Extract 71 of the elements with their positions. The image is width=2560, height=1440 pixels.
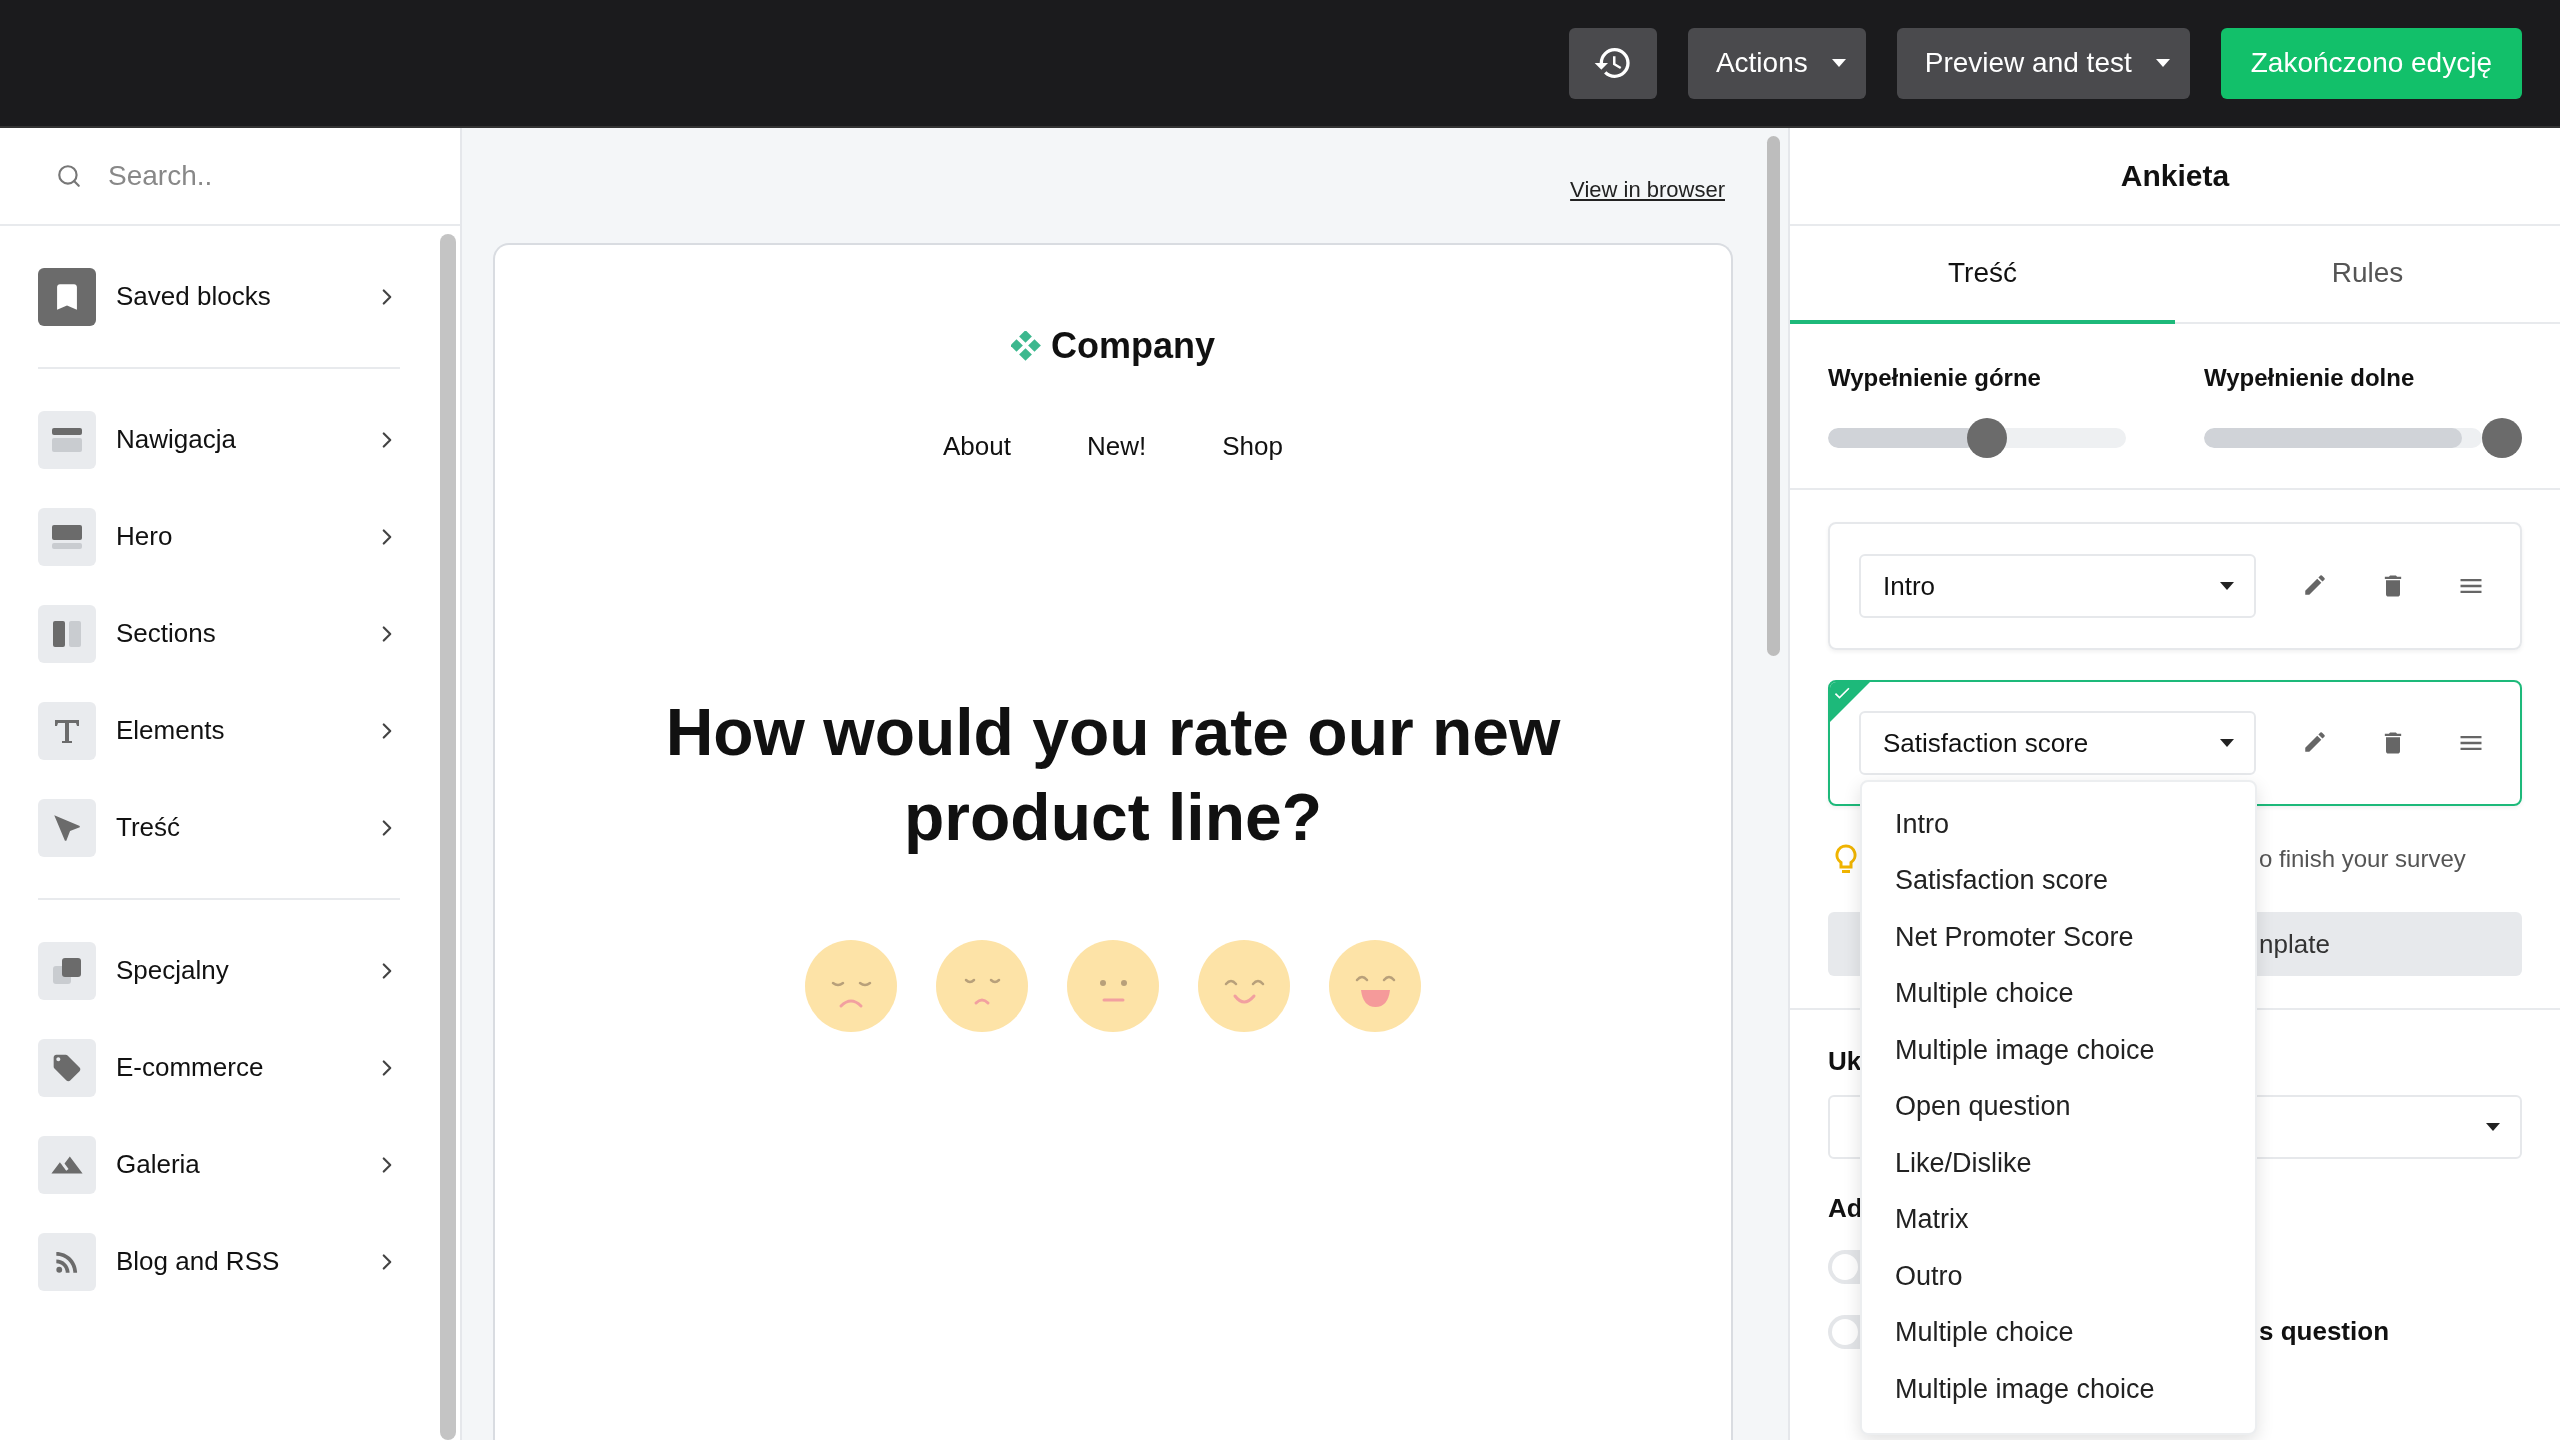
dropdown-option[interactable]: Multiple image choice bbox=[1862, 1361, 2255, 1418]
block-category-item[interactable]: Sections bbox=[38, 585, 400, 682]
nav-link[interactable]: About bbox=[943, 431, 1011, 462]
search-icon bbox=[56, 163, 82, 189]
dropdown-option[interactable]: Multiple choice bbox=[1862, 965, 2255, 1022]
category-label: Sections bbox=[116, 618, 217, 649]
slider-track[interactable] bbox=[2204, 428, 2482, 448]
logo-icon bbox=[1011, 331, 1041, 361]
block-category-item[interactable]: Elements bbox=[38, 682, 400, 779]
scrollbar[interactable] bbox=[440, 234, 456, 1440]
unhappy-face-icon[interactable] bbox=[936, 940, 1028, 1032]
category-label: Saved blocks bbox=[116, 281, 272, 312]
caret-icon bbox=[2220, 739, 2234, 747]
block-category-item[interactable]: Nawigacja bbox=[38, 391, 400, 488]
history-button[interactable] bbox=[1568, 27, 1657, 99]
block-category-item[interactable]: Hero bbox=[38, 488, 400, 585]
nav-link[interactable]: New! bbox=[1087, 431, 1147, 462]
block-category-item[interactable]: Treść bbox=[38, 779, 400, 876]
tab[interactable]: Rules bbox=[2175, 226, 2560, 324]
category-label: Nawigacja bbox=[116, 424, 237, 455]
category-label: Galeria bbox=[116, 1149, 201, 1180]
question-type-select[interactable]: Intro bbox=[1859, 554, 2256, 618]
view-in-browser-link[interactable]: View in browser bbox=[1570, 176, 1725, 203]
slider-thumb[interactable] bbox=[1967, 418, 2007, 458]
question-block-card[interactable]: Intro bbox=[1828, 522, 2522, 650]
slider-label: Wypełnienie dolne bbox=[2204, 364, 2416, 392]
pencil-icon bbox=[2302, 572, 2328, 598]
dropdown-option[interactable]: Outro bbox=[1862, 1248, 2255, 1305]
category-label: Elements bbox=[116, 715, 226, 746]
dropdown-option[interactable]: Open question bbox=[1862, 1078, 2255, 1135]
slider-label: Wypełnienie górne bbox=[1828, 364, 2042, 392]
block-category-item[interactable]: Blog and RSS bbox=[38, 1213, 400, 1310]
category-label: Hero bbox=[116, 521, 174, 552]
category-label: Blog and RSS bbox=[116, 1246, 281, 1277]
tip-text: o finish your survey bbox=[2259, 845, 2467, 873]
dropdown-option[interactable]: Satisfaction score bbox=[1862, 852, 2255, 909]
sad-face-icon[interactable] bbox=[805, 940, 897, 1032]
slider-thumb[interactable] bbox=[2482, 418, 2522, 458]
search-field[interactable]: Search.. bbox=[106, 159, 406, 193]
category-label: E-commerce bbox=[116, 1052, 265, 1083]
caret-icon bbox=[1831, 59, 1846, 67]
dropdown-option[interactable]: Multiple image choice bbox=[1862, 1022, 2255, 1079]
block-category-item[interactable]: Specjalny bbox=[38, 922, 400, 1019]
category-label: Specjalny bbox=[116, 955, 230, 986]
menu-button[interactable]: Preview and test bbox=[1896, 27, 2190, 99]
dropdown-option[interactable]: Like/Dislike bbox=[1862, 1135, 2255, 1192]
tab[interactable]: Treść bbox=[1790, 226, 2175, 324]
field-label: Uk bbox=[1828, 1046, 1863, 1077]
category-label: Treść bbox=[116, 812, 182, 843]
neutral-face-icon[interactable] bbox=[1067, 940, 1159, 1032]
caret-icon bbox=[2220, 582, 2234, 590]
dropdown-option[interactable]: Net Promoter Score bbox=[1862, 909, 2255, 966]
brand-name: Company bbox=[1051, 325, 1215, 367]
smile-face-icon[interactable] bbox=[1198, 940, 1290, 1032]
caret-icon bbox=[2486, 1123, 2500, 1131]
dropdown-option[interactable]: Multiple choice bbox=[1862, 1304, 2255, 1361]
scrollbar[interactable] bbox=[1767, 136, 1780, 656]
toggle-label: s question bbox=[2259, 1316, 2390, 1347]
dropdown-option[interactable]: Matrix bbox=[1862, 1191, 2255, 1248]
question-type-select[interactable]: Satisfaction score bbox=[1859, 711, 2256, 775]
menu-button[interactable]: Actions bbox=[1687, 27, 1866, 99]
happy-face-icon[interactable] bbox=[1329, 940, 1421, 1032]
panel-title: Ankieta bbox=[1790, 128, 2560, 226]
block-category-item[interactable]: Galeria bbox=[38, 1116, 400, 1213]
caret-icon bbox=[2155, 59, 2170, 67]
nav-link[interactable]: Shop bbox=[1222, 431, 1283, 462]
block-category-item[interactable]: E-commerce bbox=[38, 1019, 400, 1116]
survey-question: How would you rate our new product line? bbox=[664, 694, 1562, 856]
block-category-item[interactable]: Saved blocks bbox=[38, 248, 400, 345]
pencil-icon bbox=[2302, 729, 2328, 755]
lightbulb-icon bbox=[1835, 844, 1857, 874]
